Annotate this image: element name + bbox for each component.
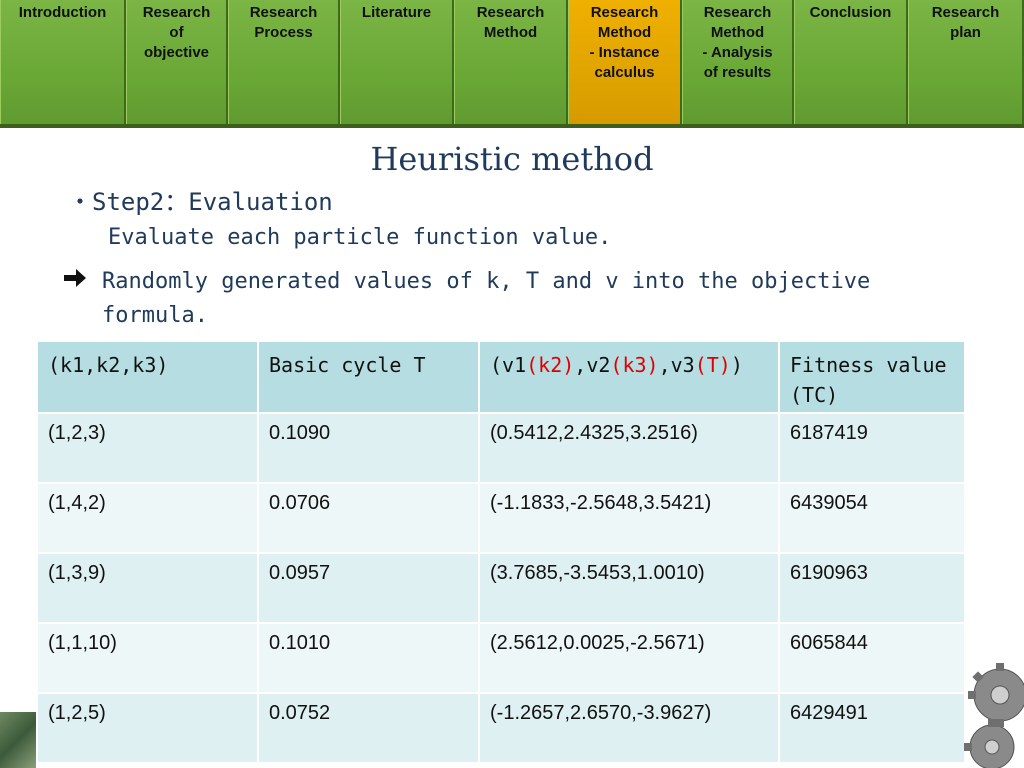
header-v-red: (k3) [610, 353, 659, 377]
header-v: (v1(k2),v2(k3),v3(T)) [478, 340, 780, 414]
tab-introduction[interactable]: Introduction [0, 0, 126, 126]
cell-fitness: 6439054 [778, 482, 966, 554]
tab-conclusion[interactable]: Conclusion [794, 0, 908, 126]
cell-cycle: 0.0752 [257, 692, 480, 764]
cell-v: (-1.2657,2.6570,-3.9627) [478, 692, 780, 764]
cell-fitness: 6187419 [778, 412, 966, 484]
cell-v: (3.7685,-3.5453,1.0010) [478, 552, 780, 624]
cell-k: (1,3,9) [36, 552, 259, 624]
cell-cycle: 0.1090 [257, 412, 480, 484]
cell-fitness: 6065844 [778, 622, 966, 694]
header-v-part: ,v2 [574, 353, 611, 377]
arrow-bullet: Randomly generated values of k, T and v … [62, 265, 942, 333]
arrow-bullet-text: Randomly generated values of k, T and v … [102, 269, 871, 328]
tab-research-of-objective[interactable]: Research of objective [126, 0, 228, 126]
bullet-subtext: Evaluate each particle function value. [108, 225, 612, 250]
cell-k: (1,2,5) [36, 692, 259, 764]
tab-research-method-analysis-of-results[interactable]: Research Method - Analysis of results [682, 0, 794, 126]
tab-research-plan[interactable]: Research plan [908, 0, 1024, 126]
header-v-red: (k2) [526, 353, 575, 377]
table-row: (1,2,5) 0.0752 (-1.2657,2.6570,-3.9627) … [36, 692, 966, 764]
decorative-image-left [0, 712, 36, 768]
bullet-step2: ・Step2：Evaluation [68, 188, 333, 216]
cell-v: (-1.1833,-2.5648,3.5421) [478, 482, 780, 554]
table-row: (1,1,10) 0.1010 (2.5612,0.0025,-2.5671) … [36, 622, 966, 694]
table-header-row: (k1,k2,k3) Basic cycle T (v1(k2),v2(k3),… [36, 340, 966, 414]
cell-k: (1,1,10) [36, 622, 259, 694]
tab-literature[interactable]: Literature [340, 0, 454, 126]
table-row: (1,4,2) 0.0706 (-1.1833,-2.5648,3.5421) … [36, 482, 966, 554]
cell-v: (2.5612,0.0025,-2.5671) [478, 622, 780, 694]
nav-divider [0, 124, 1024, 128]
results-table: (k1,k2,k3) Basic cycle T (v1(k2),v2(k3),… [36, 340, 966, 764]
header-v-part: ,v3 [658, 353, 695, 377]
slide-title: Heuristic method [370, 140, 654, 178]
cell-fitness: 6190963 [778, 552, 966, 624]
cell-fitness: 6429491 [778, 692, 966, 764]
cell-k: (1,4,2) [36, 482, 259, 554]
table-row: (1,3,9) 0.0957 (3.7685,-3.5453,1.0010) 6… [36, 552, 966, 624]
tab-research-method[interactable]: Research Method [454, 0, 568, 126]
header-v-part: ) [730, 353, 743, 377]
header-fitness: Fitness value (TC) [778, 340, 966, 414]
header-v-part: (v1 [490, 353, 527, 377]
header-v-red: (T) [694, 353, 731, 377]
top-navigation: Introduction Research of objective Resea… [0, 0, 1024, 126]
tab-research-process[interactable]: Research Process [228, 0, 340, 126]
cell-cycle: 0.1010 [257, 622, 480, 694]
cell-v: (0.5412,2.4325,3.2516) [478, 412, 780, 484]
gear-icon [962, 655, 1024, 768]
header-basic-cycle: Basic cycle T [257, 340, 480, 414]
cell-cycle: 0.0706 [257, 482, 480, 554]
table-row: (1,2,3) 0.1090 (0.5412,2.4325,3.2516) 61… [36, 412, 966, 484]
tab-research-method-instance-calculus[interactable]: Research Method - Instance calculus [568, 0, 682, 126]
right-arrow-icon [62, 265, 88, 302]
cell-k: (1,2,3) [36, 412, 259, 484]
header-k: (k1,k2,k3) [36, 340, 259, 414]
cell-cycle: 0.0957 [257, 552, 480, 624]
